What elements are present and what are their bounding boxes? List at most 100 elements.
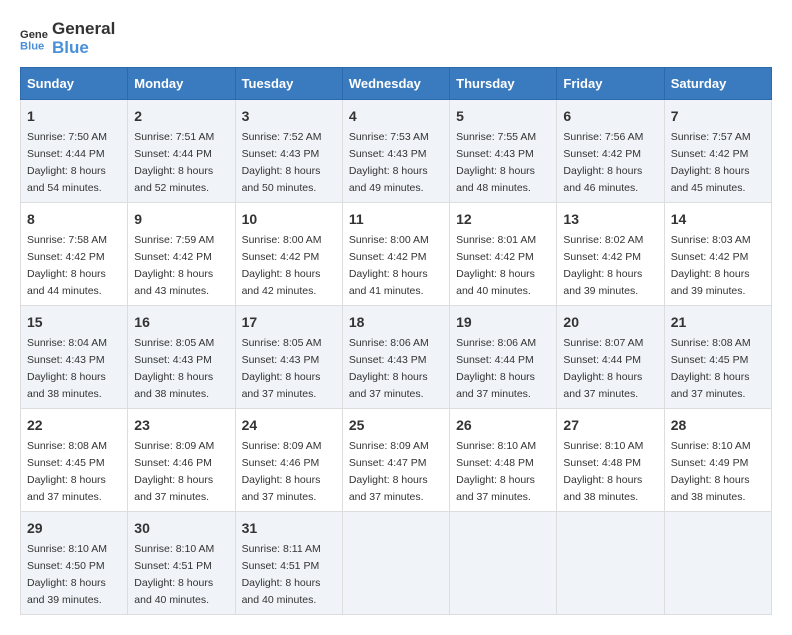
- day-info: Sunrise: 8:10 AMSunset: 4:50 PMDaylight:…: [27, 543, 107, 605]
- day-info: Sunrise: 7:57 AMSunset: 4:42 PMDaylight:…: [671, 131, 751, 193]
- week-row-4: 22 Sunrise: 8:08 AMSunset: 4:45 PMDayligh…: [21, 409, 772, 512]
- logo: General Blue General Blue: [20, 20, 115, 57]
- day-cell: 28 Sunrise: 8:10 AMSunset: 4:49 PMDayligh…: [664, 409, 771, 512]
- day-cell: 3 Sunrise: 7:52 AMSunset: 4:43 PMDaylight…: [235, 100, 342, 203]
- day-number: 30: [134, 518, 228, 539]
- day-cell: 10 Sunrise: 8:00 AMSunset: 4:42 PMDayligh…: [235, 203, 342, 306]
- day-info: Sunrise: 8:05 AMSunset: 4:43 PMDaylight:…: [134, 337, 214, 399]
- day-cell: 7 Sunrise: 7:57 AMSunset: 4:42 PMDaylight…: [664, 100, 771, 203]
- day-cell: 13 Sunrise: 8:02 AMSunset: 4:42 PMDayligh…: [557, 203, 664, 306]
- day-cell: [557, 512, 664, 615]
- day-cell: 12 Sunrise: 8:01 AMSunset: 4:42 PMDayligh…: [450, 203, 557, 306]
- day-cell: 8Sunrise: 7:58 AMSunset: 4:42 PMDaylight…: [21, 203, 128, 306]
- day-info: Sunrise: 8:02 AMSunset: 4:42 PMDaylight:…: [563, 234, 643, 296]
- day-number: 19: [456, 312, 550, 333]
- day-number: 22: [27, 415, 121, 436]
- day-info: Sunrise: 7:55 AMSunset: 4:43 PMDaylight:…: [456, 131, 536, 193]
- svg-text:Blue: Blue: [20, 40, 44, 52]
- day-number: 7: [671, 106, 765, 127]
- day-cell: 4Sunrise: 7:53 AMSunset: 4:43 PMDaylight…: [342, 100, 449, 203]
- day-number: 13: [563, 209, 657, 230]
- day-cell: 24 Sunrise: 8:09 AMSunset: 4:46 PMDayligh…: [235, 409, 342, 512]
- day-number: 26: [456, 415, 550, 436]
- day-info: Sunrise: 8:09 AMSunset: 4:47 PMDaylight:…: [349, 440, 429, 502]
- day-number: 28: [671, 415, 765, 436]
- day-number: 29: [27, 518, 121, 539]
- day-number: 10: [242, 209, 336, 230]
- day-cell: 31 Sunrise: 8:11 AMSunset: 4:51 PMDayligh…: [235, 512, 342, 615]
- day-number: 24: [242, 415, 336, 436]
- day-cell: 9 Sunrise: 7:59 AMSunset: 4:42 PMDaylight…: [128, 203, 235, 306]
- logo-icon: General Blue: [20, 25, 48, 53]
- day-number: 25: [349, 415, 443, 436]
- day-number: 11: [349, 209, 443, 230]
- day-cell: 19Sunrise: 8:06 AMSunset: 4:44 PMDayligh…: [450, 306, 557, 409]
- header-friday: Friday: [557, 68, 664, 100]
- week-row-3: 15 Sunrise: 8:04 AMSunset: 4:43 PMDayligh…: [21, 306, 772, 409]
- day-info: Sunrise: 7:59 AMSunset: 4:42 PMDaylight:…: [134, 234, 214, 296]
- day-cell: 30 Sunrise: 8:10 AMSunset: 4:51 PMDayligh…: [128, 512, 235, 615]
- day-info: Sunrise: 8:10 AMSunset: 4:48 PMDaylight:…: [563, 440, 643, 502]
- day-cell: 1 Sunrise: 7:50 AMSunset: 4:44 PMDaylight…: [21, 100, 128, 203]
- header-monday: Monday: [128, 68, 235, 100]
- header-thursday: Thursday: [450, 68, 557, 100]
- day-cell: 29 Sunrise: 8:10 AMSunset: 4:50 PMDayligh…: [21, 512, 128, 615]
- day-cell: 20Sunrise: 8:07 AMSunset: 4:44 PMDayligh…: [557, 306, 664, 409]
- day-info: Sunrise: 8:07 AMSunset: 4:44 PMDaylight:…: [563, 337, 643, 399]
- day-cell: 25 Sunrise: 8:09 AMSunset: 4:47 PMDayligh…: [342, 409, 449, 512]
- header-saturday: Saturday: [664, 68, 771, 100]
- header-sunday: Sunday: [21, 68, 128, 100]
- header-tuesday: Tuesday: [235, 68, 342, 100]
- day-info: Sunrise: 8:06 AMSunset: 4:43 PMDaylight:…: [349, 337, 429, 399]
- day-number: 15: [27, 312, 121, 333]
- day-number: 16: [134, 312, 228, 333]
- day-info: Sunrise: 8:01 AMSunset: 4:42 PMDaylight:…: [456, 234, 536, 296]
- day-info: Sunrise: 8:03 AMSunset: 4:42 PMDaylight:…: [671, 234, 751, 296]
- day-info: Sunrise: 7:50 AMSunset: 4:44 PMDaylight:…: [27, 131, 107, 193]
- day-info: Sunrise: 8:10 AMSunset: 4:51 PMDaylight:…: [134, 543, 214, 605]
- day-info: Sunrise: 8:04 AMSunset: 4:43 PMDaylight:…: [27, 337, 107, 399]
- day-info: Sunrise: 8:09 AMSunset: 4:46 PMDaylight:…: [242, 440, 322, 502]
- week-row-2: 8Sunrise: 7:58 AMSunset: 4:42 PMDaylight…: [21, 203, 772, 306]
- day-info: Sunrise: 7:52 AMSunset: 4:43 PMDaylight:…: [242, 131, 322, 193]
- day-number: 23: [134, 415, 228, 436]
- day-number: 3: [242, 106, 336, 127]
- day-number: 1: [27, 106, 121, 127]
- day-cell: 14 Sunrise: 8:03 AMSunset: 4:42 PMDayligh…: [664, 203, 771, 306]
- day-cell: 16 Sunrise: 8:05 AMSunset: 4:43 PMDayligh…: [128, 306, 235, 409]
- day-cell: 5 Sunrise: 7:55 AMSunset: 4:43 PMDaylight…: [450, 100, 557, 203]
- day-number: 27: [563, 415, 657, 436]
- day-number: 6: [563, 106, 657, 127]
- day-number: 14: [671, 209, 765, 230]
- day-cell: 18 Sunrise: 8:06 AMSunset: 4:43 PMDayligh…: [342, 306, 449, 409]
- svg-text:General: General: [20, 29, 48, 41]
- week-row-5: 29 Sunrise: 8:10 AMSunset: 4:50 PMDayligh…: [21, 512, 772, 615]
- logo-blue: Blue: [52, 39, 115, 58]
- day-number: 31: [242, 518, 336, 539]
- day-number: 9: [134, 209, 228, 230]
- header-wednesday: Wednesday: [342, 68, 449, 100]
- day-info: Sunrise: 8:08 AMSunset: 4:45 PMDaylight:…: [27, 440, 107, 502]
- day-cell: [664, 512, 771, 615]
- day-info: Sunrise: 7:58 AMSunset: 4:42 PMDaylight:…: [27, 234, 107, 296]
- day-number: 17: [242, 312, 336, 333]
- day-cell: 23 Sunrise: 8:09 AMSunset: 4:46 PMDayligh…: [128, 409, 235, 512]
- day-number: 12: [456, 209, 550, 230]
- header-row: SundayMondayTuesdayWednesdayThursdayFrid…: [21, 68, 772, 100]
- day-number: 18: [349, 312, 443, 333]
- day-info: Sunrise: 8:00 AMSunset: 4:42 PMDaylight:…: [242, 234, 322, 296]
- day-cell: 22 Sunrise: 8:08 AMSunset: 4:45 PMDayligh…: [21, 409, 128, 512]
- day-cell: 11Sunrise: 8:00 AMSunset: 4:42 PMDayligh…: [342, 203, 449, 306]
- day-info: Sunrise: 8:09 AMSunset: 4:46 PMDaylight:…: [134, 440, 214, 502]
- day-cell: 2Sunrise: 7:51 AMSunset: 4:44 PMDaylight…: [128, 100, 235, 203]
- day-info: Sunrise: 8:10 AMSunset: 4:49 PMDaylight:…: [671, 440, 751, 502]
- day-info: Sunrise: 8:05 AMSunset: 4:43 PMDaylight:…: [242, 337, 322, 399]
- day-info: Sunrise: 8:10 AMSunset: 4:48 PMDaylight:…: [456, 440, 536, 502]
- day-number: 5: [456, 106, 550, 127]
- day-cell: 17 Sunrise: 8:05 AMSunset: 4:43 PMDayligh…: [235, 306, 342, 409]
- day-number: 2: [134, 106, 228, 127]
- day-cell: 27 Sunrise: 8:10 AMSunset: 4:48 PMDayligh…: [557, 409, 664, 512]
- day-number: 4: [349, 106, 443, 127]
- day-info: Sunrise: 8:11 AMSunset: 4:51 PMDaylight:…: [242, 543, 321, 605]
- day-number: 21: [671, 312, 765, 333]
